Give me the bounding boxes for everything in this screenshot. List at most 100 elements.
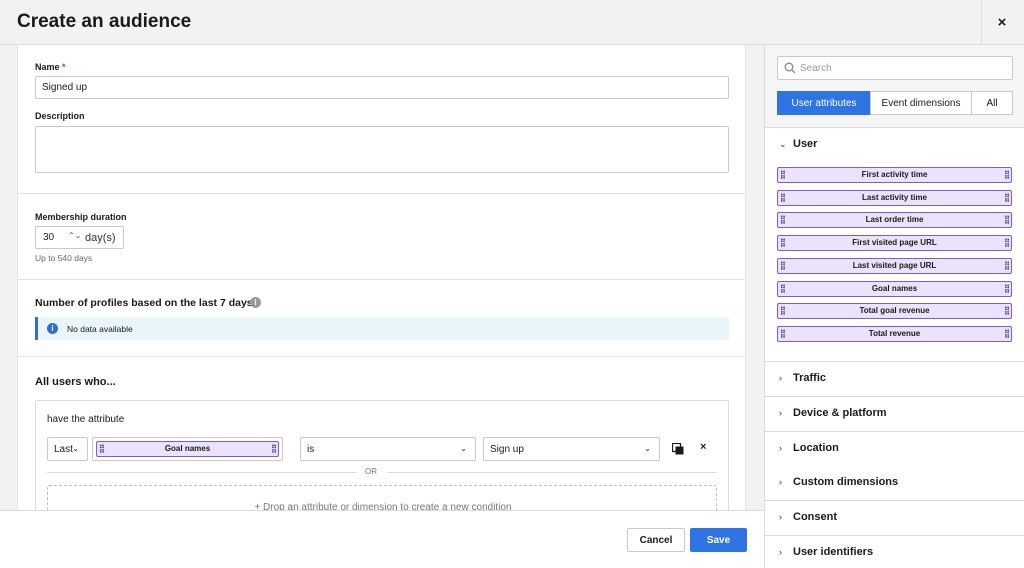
chevron-down-icon: ⌄	[779, 139, 787, 149]
drag-handle-icon[interactable]: ⣿	[780, 327, 786, 341]
attributes-sidebar: User attributes Event dimensions All ⌄ U…	[764, 45, 1024, 568]
group-label: Location	[793, 441, 839, 454]
tab-user-attributes[interactable]: User attributes	[777, 91, 871, 115]
attribute-pill[interactable]: ⣿ Last visited page URL ⣿	[777, 257, 1012, 274]
modal-footer: Cancel Save	[0, 510, 764, 568]
attribute-pill-label: Last activity time	[862, 192, 927, 202]
tab-all[interactable]: All	[971, 91, 1013, 115]
attribute-pill[interactable]: ⣿ Total goal revenue ⣿	[777, 303, 1012, 320]
modal-title: Create an audience	[17, 11, 192, 32]
chevron-right-icon: ›	[779, 442, 782, 453]
drag-handle-icon[interactable]: ⣿	[99, 442, 105, 456]
search-box[interactable]	[777, 56, 1013, 80]
close-icon[interactable]: ×	[990, 12, 1014, 34]
operator-value: is	[307, 444, 315, 455]
chevron-down-icon: ⌄	[72, 444, 79, 453]
chevron-right-icon: ›	[779, 547, 782, 557]
group-header[interactable]: › Device & platform	[765, 397, 1024, 431]
qualifier-select[interactable]: Last ⌄	[47, 437, 88, 461]
drag-handle-icon[interactable]: ⣿	[780, 213, 786, 227]
drag-handle-icon[interactable]: ⣿	[780, 168, 786, 182]
description-input[interactable]	[35, 126, 729, 173]
chevron-right-icon: ›	[779, 477, 782, 488]
section-divider	[18, 279, 745, 280]
drag-handle-icon[interactable]: ⣿	[1004, 282, 1010, 296]
attribute-slot[interactable]: ⣿ Goal names ⣿	[92, 437, 283, 461]
duration-unit: day(s)	[85, 232, 116, 244]
description-label: Description	[35, 111, 85, 121]
drag-handle-icon[interactable]: ⣿	[1004, 236, 1010, 250]
search-input[interactable]	[800, 59, 1005, 77]
attribute-pill[interactable]: ⣿ Last order time ⣿	[777, 212, 1012, 229]
tab-event-dimensions[interactable]: Event dimensions	[870, 91, 972, 115]
drag-handle-icon[interactable]: ⣿	[1004, 191, 1010, 205]
duration-value[interactable]: 30	[43, 232, 54, 243]
condition-group: have the attribute Last ⌄ ⣿ Goal names ⣿…	[35, 400, 729, 510]
group-label: Traffic	[793, 372, 827, 384]
attribute-pill-label: First activity time	[861, 170, 928, 179]
drag-handle-icon[interactable]: ⣿	[780, 259, 786, 273]
or-divider-line	[47, 472, 357, 473]
qualifier-value: Last	[54, 444, 73, 455]
group-label: User identifiers	[793, 546, 874, 558]
info-circle-icon: i	[47, 323, 58, 334]
attribute-pill[interactable]: ⣿ Last activity time ⣿	[777, 189, 1012, 206]
form-panel: Name * Description Membership duration 3…	[17, 45, 746, 510]
drag-handle-icon[interactable]: ⣿	[271, 442, 277, 456]
drag-handle-icon[interactable]: ⣿	[780, 236, 786, 250]
or-label: OR	[365, 467, 377, 476]
condition-title: have the attribute	[47, 414, 125, 425]
new-condition-drop-zone[interactable]: + Drop an attribute or dimension to crea…	[47, 485, 717, 510]
drag-handle-icon[interactable]: ⣿	[1004, 168, 1010, 182]
stepper-arrows-icon[interactable]: ⌃⌄	[68, 231, 81, 240]
duplicate-icon[interactable]	[672, 443, 684, 455]
cancel-button[interactable]: Cancel	[627, 528, 685, 552]
chevron-right-icon: ›	[779, 373, 782, 383]
group-custom-dimensions: › Custom dimensions	[765, 466, 1024, 502]
group-header[interactable]: › Traffic	[765, 362, 1024, 396]
chevron-down-icon: ⌄	[460, 444, 467, 453]
profiles-estimate-title: Number of profiles based on the last 7 d…	[35, 297, 253, 309]
group-header[interactable]: › Consent	[765, 501, 1024, 535]
group-header[interactable]: › Custom dimensions	[765, 466, 1024, 500]
drag-handle-icon[interactable]: ⣿	[1004, 304, 1010, 318]
attribute-pill-label: Total revenue	[868, 328, 921, 338]
attribute-pill[interactable]: ⣿ Goal names ⣿	[96, 441, 279, 457]
section-divider	[18, 193, 745, 194]
duration-stepper[interactable]: 30 ⌃⌄ day(s)	[35, 226, 124, 249]
attribute-pill[interactable]: ⣿ Total revenue ⣿	[777, 325, 1012, 342]
value-select[interactable]: Sign up ⌄	[483, 437, 660, 461]
attribute-pill[interactable]: ⣿ First activity time ⣿	[777, 167, 1012, 183]
group-consent: › Consent	[765, 501, 1024, 537]
attribute-pill[interactable]: ⣿ First visited page URL ⣿	[777, 235, 1012, 252]
drag-handle-icon[interactable]: ⣿	[1004, 327, 1010, 341]
operator-select[interactable]: is ⌄	[300, 437, 476, 461]
drag-handle-icon[interactable]: ⣿	[1004, 213, 1010, 227]
group-traffic: › Traffic	[765, 362, 1024, 397]
or-divider-line	[387, 472, 717, 473]
info-icon[interactable]: i	[250, 297, 261, 308]
chevron-down-icon: ⌄	[644, 444, 651, 453]
drag-handle-icon[interactable]: ⣿	[1004, 259, 1010, 273]
group-location: › Location	[765, 431, 1024, 467]
group-label: Device & platform	[793, 406, 887, 419]
group-header[interactable]: › User identifiers	[765, 536, 1024, 568]
drag-handle-icon[interactable]: ⣿	[780, 304, 786, 318]
attribute-pill[interactable]: ⣿ Goal names ⣿	[777, 280, 1012, 297]
group-header[interactable]: › Location	[765, 432, 1024, 466]
value-text: Sign up	[490, 444, 524, 455]
group-label: Consent	[793, 511, 837, 524]
save-button[interactable]: Save	[690, 528, 747, 552]
attribute-pill-label: Goal names	[871, 283, 918, 293]
name-input[interactable]	[35, 76, 729, 99]
delete-condition-icon[interactable]: ×	[700, 441, 706, 453]
group-header-user[interactable]: ⌄ User	[765, 128, 1024, 162]
no-data-text: No data available	[67, 324, 133, 334]
attribute-pill-label: Last order time	[865, 215, 924, 225]
attribute-pill-label: Last visited page URL	[852, 260, 937, 270]
name-label: Name *	[35, 62, 66, 72]
attribute-pill-label: Goal names	[164, 444, 211, 453]
group-label: User	[793, 138, 818, 150]
drag-handle-icon[interactable]: ⣿	[780, 191, 786, 205]
drag-handle-icon[interactable]: ⣿	[780, 282, 786, 296]
